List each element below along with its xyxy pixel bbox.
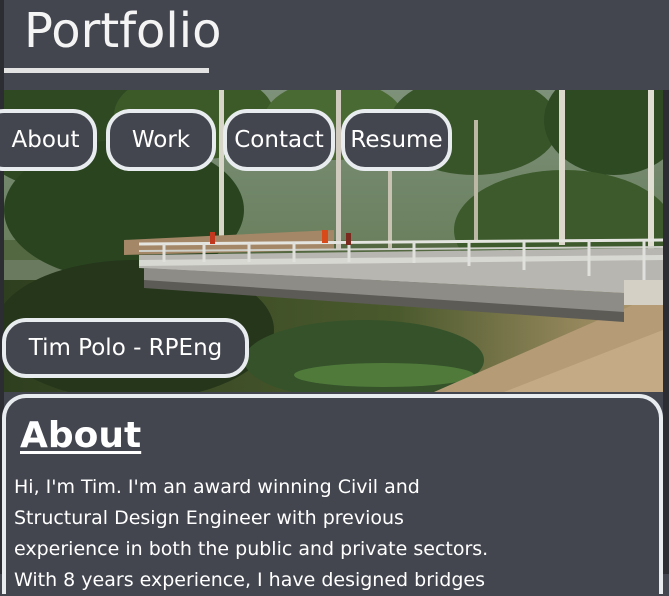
site-header: Portfolio [4, 0, 669, 90]
scrollbar-track[interactable] [663, 90, 669, 574]
about-heading: About [20, 415, 142, 456]
nav-resume-button[interactable]: Resume [341, 109, 452, 171]
about-body-text: Hi, I'm Tim. I'm an award winning Civil … [14, 476, 489, 591]
about-section: About Hi, I'm Tim. I'm an award winning … [2, 394, 663, 594]
nav-about-button[interactable]: About [0, 109, 97, 171]
site-title: Portfolio [24, 3, 222, 59]
title-underline [4, 68, 209, 73]
nav-work-button[interactable]: Work [106, 109, 216, 171]
name-badge: Tim Polo - RPEng [2, 318, 249, 378]
nav-contact-button[interactable]: Contact [223, 109, 335, 171]
